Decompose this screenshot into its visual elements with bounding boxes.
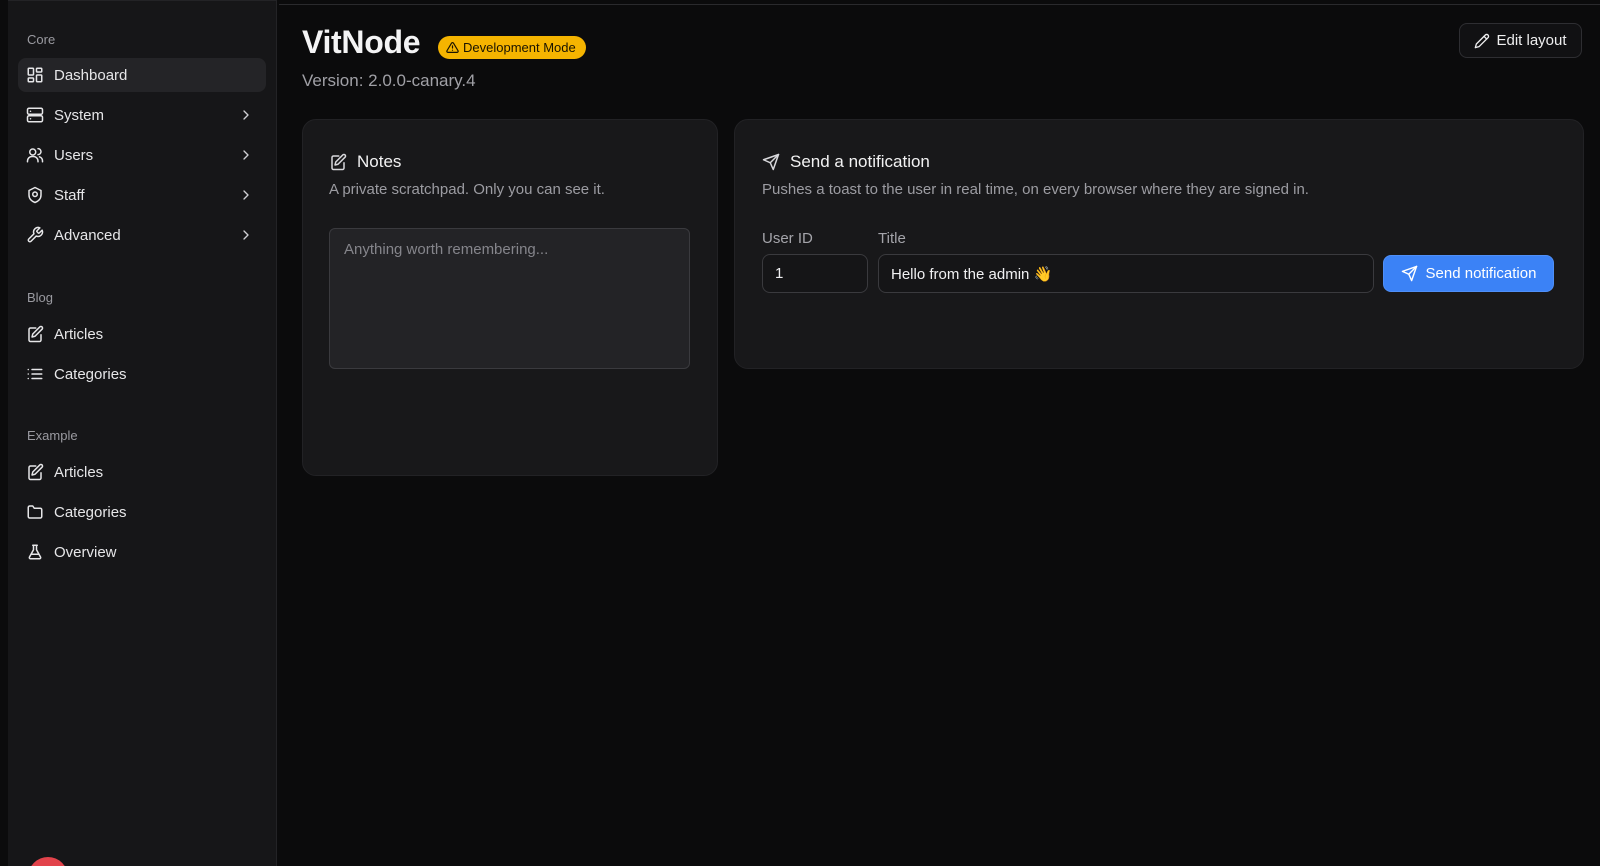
chevron-right-icon	[238, 147, 254, 163]
sidebar-section-label: Core	[27, 32, 56, 47]
sidebar-item-label: Articles	[54, 463, 104, 481]
sidebar-item-dashboard[interactable]: Dashboard	[18, 58, 266, 92]
sidebar-section-label: Blog	[27, 290, 54, 305]
user-id-label: User ID	[762, 230, 813, 247]
send-icon	[762, 153, 780, 171]
sidebar-item-label: Advanced	[54, 226, 121, 244]
notification-description: Pushes a toast to the user in real time,…	[762, 181, 1309, 198]
sidebar-item-overview[interactable]: Overview	[18, 535, 266, 569]
notes-card: Notes A private scratchpad. Only you can…	[302, 119, 718, 476]
chevron-right-icon	[238, 187, 254, 203]
status-badge-label: Development Mode	[463, 40, 576, 55]
notes-textarea[interactable]	[329, 228, 690, 369]
edit-document-icon	[26, 325, 44, 343]
sidebar-section-label: Example	[27, 428, 78, 443]
status-badge: Development Mode	[438, 36, 586, 59]
sidebar-item-label: Categories	[54, 503, 127, 521]
sidebar: Core Dashboard System Users Staff Advanc…	[8, 0, 277, 866]
edit-document-icon	[26, 463, 44, 481]
notes-title-text: Notes	[357, 152, 402, 171]
sidebar-item-example-articles[interactable]: Articles	[18, 455, 266, 489]
page-title: VitNode	[302, 24, 421, 60]
sidebar-item-label: Staff	[54, 186, 85, 204]
top-divider	[279, 4, 1600, 5]
sidebar-item-advanced[interactable]: Advanced	[18, 218, 266, 252]
sidebar-item-label: Dashboard	[54, 66, 128, 84]
notes-title: Notes	[329, 152, 401, 172]
notification-title: Send a notification	[762, 152, 930, 172]
warning-icon	[446, 41, 459, 54]
users-icon	[26, 146, 44, 164]
sidebar-item-label: Categories	[54, 365, 127, 383]
title-label: Title	[878, 230, 906, 247]
pencil-icon	[1474, 33, 1490, 49]
version-text: Version: 2.0.0-canary.4	[302, 71, 476, 90]
sidebar-item-label: Users	[54, 146, 94, 164]
sidebar-item-system[interactable]: System	[18, 98, 266, 132]
sidebar-item-blog-articles[interactable]: Articles	[18, 317, 266, 351]
chevron-right-icon	[238, 107, 254, 123]
list-icon	[26, 365, 44, 383]
send-icon	[1401, 265, 1418, 282]
sidebar-item-users[interactable]: Users	[18, 138, 266, 172]
edit-layout-label: Edit layout	[1496, 32, 1567, 49]
notification-card: Send a notification Pushes a toast to th…	[734, 119, 1584, 369]
notification-title-text: Send a notification	[790, 152, 930, 171]
avatar[interactable]	[28, 857, 68, 866]
edit-document-icon	[329, 153, 347, 171]
sidebar-item-label: System	[54, 106, 105, 124]
folder-icon	[26, 503, 44, 521]
sidebar-item-label: Articles	[54, 325, 104, 343]
shield-icon	[26, 186, 44, 204]
dashboard-icon	[26, 66, 44, 84]
edit-layout-button[interactable]: Edit layout	[1459, 23, 1582, 58]
server-icon	[26, 106, 44, 124]
sidebar-item-blog-categories[interactable]: Categories	[18, 357, 266, 391]
flask-icon	[26, 543, 44, 561]
notes-description: A private scratchpad. Only you can see i…	[329, 181, 605, 198]
sidebar-item-example-categories[interactable]: Categories	[18, 495, 266, 529]
wrench-icon	[26, 226, 44, 244]
send-notification-button[interactable]: Send notification	[1383, 255, 1554, 292]
sidebar-item-label: Overview	[54, 543, 117, 561]
notification-title-input[interactable]	[878, 254, 1374, 293]
chevron-right-icon	[238, 227, 254, 243]
send-notification-label: Send notification	[1425, 265, 1537, 282]
sidebar-item-staff[interactable]: Staff	[18, 178, 266, 212]
user-id-input[interactable]	[762, 254, 868, 293]
